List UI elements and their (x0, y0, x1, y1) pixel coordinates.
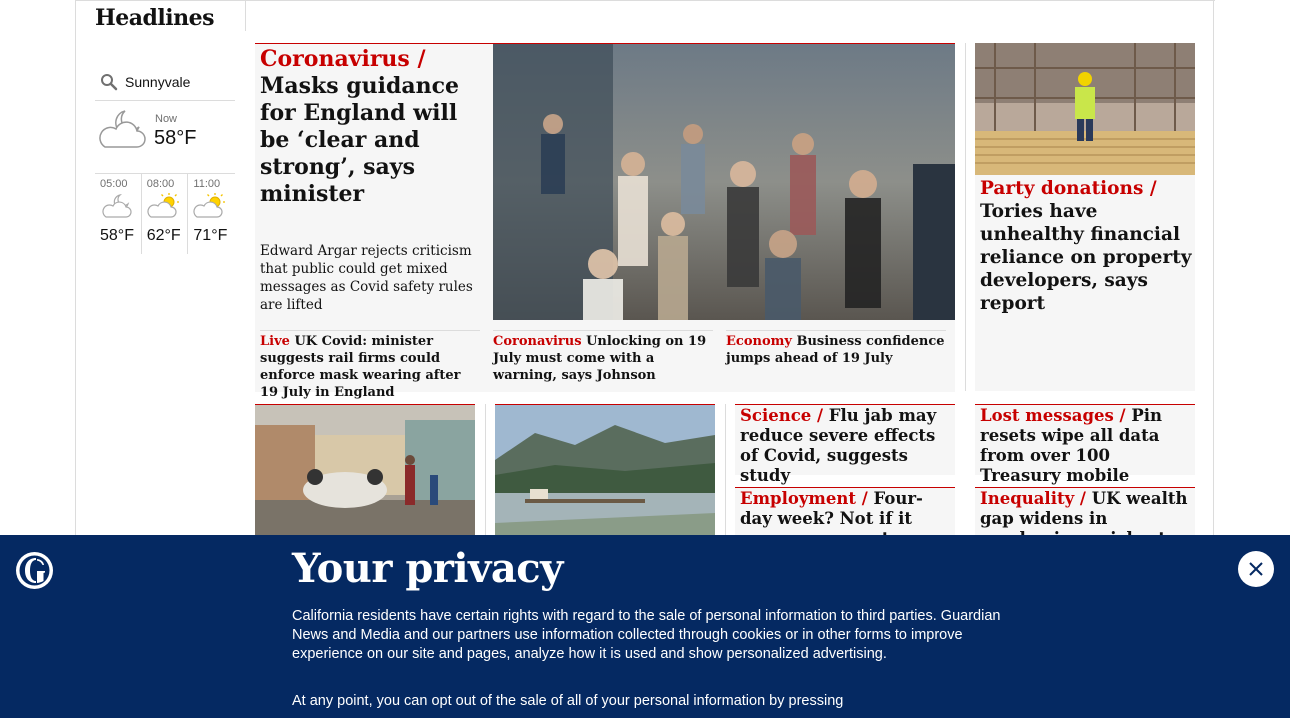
crowd-photo (493, 44, 955, 320)
side-headline-text: Tories have unhealthy financial reliance… (980, 201, 1192, 314)
forecast-time: 05:00 (100, 178, 128, 190)
guardian-logo-icon (16, 552, 53, 589)
weather-widget: Sunnyvale Now 58°F 05:00 58°F 08:00 62°F (95, 64, 235, 254)
cuba-story-card[interactable] (255, 404, 475, 536)
column-rule (965, 43, 966, 391)
current-weather: Now 58°F (95, 101, 235, 174)
sublink-live[interactable]: Live UK Covid: minister suggests rail fi… (260, 330, 480, 401)
forecast-temp: 71°F (193, 227, 228, 244)
lead-headline-text: Masks guidance for England will be ‘clea… (260, 73, 460, 207)
privacy-banner: Your privacy California residents have c… (0, 535, 1290, 718)
lead-standfirst: Edward Argar rejects criticism that publ… (260, 243, 473, 313)
lead-kicker: Coronavirus / (260, 46, 426, 72)
inequality-kicker: Inequality / (980, 489, 1086, 508)
cloud-moon-icon (99, 110, 146, 148)
cloud-sun-icon (147, 193, 179, 218)
forecast-temp: 58°F (100, 227, 134, 244)
column-divider (245, 0, 246, 31)
forecast-strip: 05:00 58°F 08:00 62°F 11:00 71°F (95, 174, 235, 254)
cloud-moon-icon (102, 193, 132, 218)
science-headline[interactable]: Science / Flu jab may reduce severe effe… (735, 405, 955, 486)
forecast-slot: 05:00 58°F (95, 174, 142, 254)
privacy-title: Your privacy (292, 545, 563, 592)
now-label: Now (155, 113, 178, 125)
search-icon (101, 74, 118, 91)
side-photo (975, 43, 1195, 175)
lead-story-card[interactable]: Coronavirus / Masks guidance for England … (255, 43, 955, 400)
privacy-paragraph-2: At any point, you can opt out of the sal… (292, 693, 844, 709)
side-headline[interactable]: Party donations / Tories have unhealthy f… (980, 177, 1192, 315)
forecast-slot: 08:00 62°F (142, 174, 189, 254)
construction-photo (975, 43, 1195, 175)
employment-kicker: Employment / (740, 489, 868, 508)
forecast-temp: 62°F (146, 227, 181, 244)
sublink-text: UK Covid: minister suggests rail firms c… (260, 334, 461, 400)
forecast-slot: 11:00 71°F (188, 174, 235, 254)
sublink-coronavirus[interactable]: Coronavirus Unlocking on 19 July must co… (493, 330, 713, 384)
science-story-card[interactable]: Science / Flu jab may reduce severe effe… (735, 404, 955, 485)
lost-messages-kicker: Lost messages / (980, 406, 1126, 425)
lead-headline[interactable]: Coronavirus / Masks guidance for England … (260, 46, 488, 208)
column-rule (725, 404, 726, 535)
sublink-kicker: Economy (726, 334, 792, 349)
side-story-card[interactable]: Party donations / Tories have unhealthy f… (975, 43, 1195, 391)
lead-photo (493, 44, 955, 320)
sublink-kicker: Coronavirus (493, 334, 582, 349)
street-photo (255, 405, 475, 536)
forecast-time: 11:00 (193, 178, 221, 190)
lost-messages-story-card[interactable]: Lost messages / Pin resets wipe all data… (975, 404, 1195, 505)
forecast-time: 08:00 (146, 178, 175, 190)
location-name[interactable]: Sunnyvale (125, 74, 190, 90)
column-rule (485, 404, 486, 535)
sublink-economy[interactable]: Economy Business confidence jumps ahead … (726, 330, 946, 367)
science-kicker: Science / (740, 406, 824, 425)
privacy-paragraph: California residents have certain rights… (292, 608, 1001, 662)
close-icon (1249, 562, 1263, 576)
sublink-kicker: Live (260, 334, 290, 349)
location-search[interactable]: Sunnyvale (95, 64, 235, 101)
cloud-sun-icon (193, 193, 226, 218)
now-temperature: 58°F (154, 127, 197, 149)
coast-story-card[interactable] (495, 404, 715, 536)
close-button[interactable] (1238, 551, 1274, 587)
coast-photo (495, 405, 715, 536)
section-title: Headlines (95, 5, 215, 31)
side-kicker: Party donations / (980, 178, 1157, 199)
